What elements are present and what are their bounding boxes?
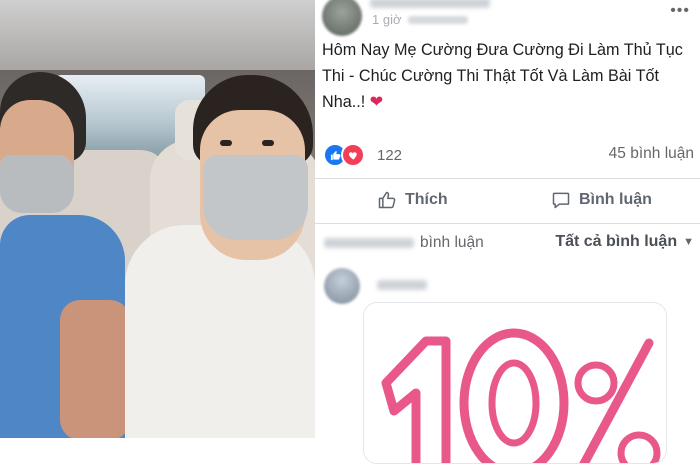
comment-filter-dropdown[interactable]: Tất cả bình luận ▼ <box>555 233 694 251</box>
arm <box>60 300 130 438</box>
reaction-count: 122 <box>377 146 403 164</box>
divider <box>315 223 700 224</box>
face-mask <box>203 155 308 240</box>
comment-button[interactable]: Bình luận <box>551 190 652 210</box>
face-mask <box>0 155 74 213</box>
ten-percent-graphic <box>381 328 661 463</box>
post-text: Hôm Nay Mẹ Cường Đưa Cường Đi Làm Thủ Tụ… <box>322 37 692 115</box>
post-photo[interactable] <box>0 0 315 438</box>
comment-image-card[interactable]: 10 % <box>363 302 667 464</box>
chevron-down-icon: ▼ <box>683 236 694 248</box>
commenter-name-redacted[interactable] <box>377 280 427 290</box>
post-meta: 1 giờ <box>372 12 468 27</box>
digit-one-shape <box>381 336 451 463</box>
eye-right <box>262 140 274 146</box>
car-roof <box>0 0 315 70</box>
commenter-avatar[interactable] <box>324 268 360 304</box>
view-more-label: bình luận <box>420 234 484 251</box>
eye-left <box>220 140 232 146</box>
heart-emoji-icon: ❤ <box>369 93 384 111</box>
redacted-text <box>407 15 468 24</box>
author-name-redacted[interactable] <box>370 0 490 8</box>
author-avatar[interactable] <box>322 0 362 36</box>
comment-label: Bình luận <box>579 191 652 208</box>
comment-filter-label: Tất cả bình luận <box>555 233 678 250</box>
thumbs-up-icon <box>377 190 397 210</box>
reactions-summary[interactable]: 122 <box>323 143 402 167</box>
more-horizontal-icon[interactable]: ••• <box>670 2 690 20</box>
like-button[interactable]: Thích <box>377 190 448 210</box>
comment-bubble-icon <box>551 190 571 210</box>
post-time[interactable]: 1 giờ <box>372 12 402 27</box>
love-reaction-icon <box>341 143 365 167</box>
like-label: Thích <box>405 191 448 208</box>
shirt <box>125 225 315 438</box>
redacted-text <box>324 238 414 248</box>
divider <box>315 178 700 179</box>
comment-count-link[interactable]: 45 bình luận <box>609 145 694 163</box>
facebook-post: 1 giờ ••• Hôm Nay Mẹ Cường Đưa Cường Đi … <box>315 0 700 464</box>
view-more-comments-link[interactable]: bình luận <box>324 234 484 252</box>
